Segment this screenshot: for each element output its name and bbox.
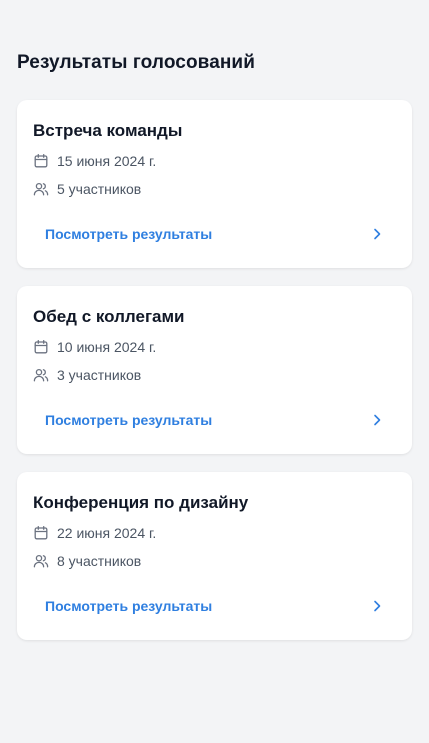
poll-card: Обед с коллегами 10 июня 2024 г. 3 участ… [17, 286, 412, 454]
poll-date-row: 10 июня 2024 г. [33, 338, 156, 356]
poll-card: Конференция по дизайну 22 июня 2024 г. 8… [17, 472, 412, 640]
users-icon [33, 553, 49, 569]
poll-participants: 8 участников [57, 553, 142, 569]
poll-participants: 3 участников [57, 367, 142, 383]
poll-card: Встреча команды 15 июня 2024 г. 5 участн… [17, 100, 412, 268]
calendar-icon [33, 339, 49, 355]
chevron-right-icon [370, 227, 384, 241]
poll-date: 22 июня 2024 г. [57, 525, 157, 541]
poll-participants: 5 участников [57, 181, 142, 197]
chevron-right-icon [370, 599, 384, 613]
poll-title: Встреча команды [33, 121, 183, 140]
view-results-label: Посмотреть результаты [45, 226, 213, 242]
users-icon [33, 367, 49, 383]
page-title: Результаты голосований [17, 52, 255, 73]
poll-participants-row: 5 участников [33, 180, 141, 198]
poll-participants-row: 3 участников [33, 366, 141, 384]
calendar-icon [33, 153, 49, 169]
view-results-button[interactable]: Посмотреть результаты [33, 404, 396, 436]
calendar-icon [33, 525, 49, 541]
view-results-button[interactable]: Посмотреть результаты [33, 590, 396, 622]
view-results-label: Посмотреть результаты [45, 412, 213, 428]
poll-date: 10 июня 2024 г. [57, 339, 157, 355]
poll-participants-row: 8 участников [33, 552, 141, 570]
poll-title: Обед с коллегами [33, 307, 185, 326]
view-results-button[interactable]: Посмотреть результаты [33, 218, 396, 250]
poll-title: Конференция по дизайну [33, 493, 249, 512]
poll-date-row: 22 июня 2024 г. [33, 524, 156, 542]
view-results-label: Посмотреть результаты [45, 598, 213, 614]
users-icon [33, 181, 49, 197]
poll-date-row: 15 июня 2024 г. [33, 152, 156, 170]
chevron-right-icon [370, 413, 384, 427]
poll-date: 15 июня 2024 г. [57, 153, 157, 169]
